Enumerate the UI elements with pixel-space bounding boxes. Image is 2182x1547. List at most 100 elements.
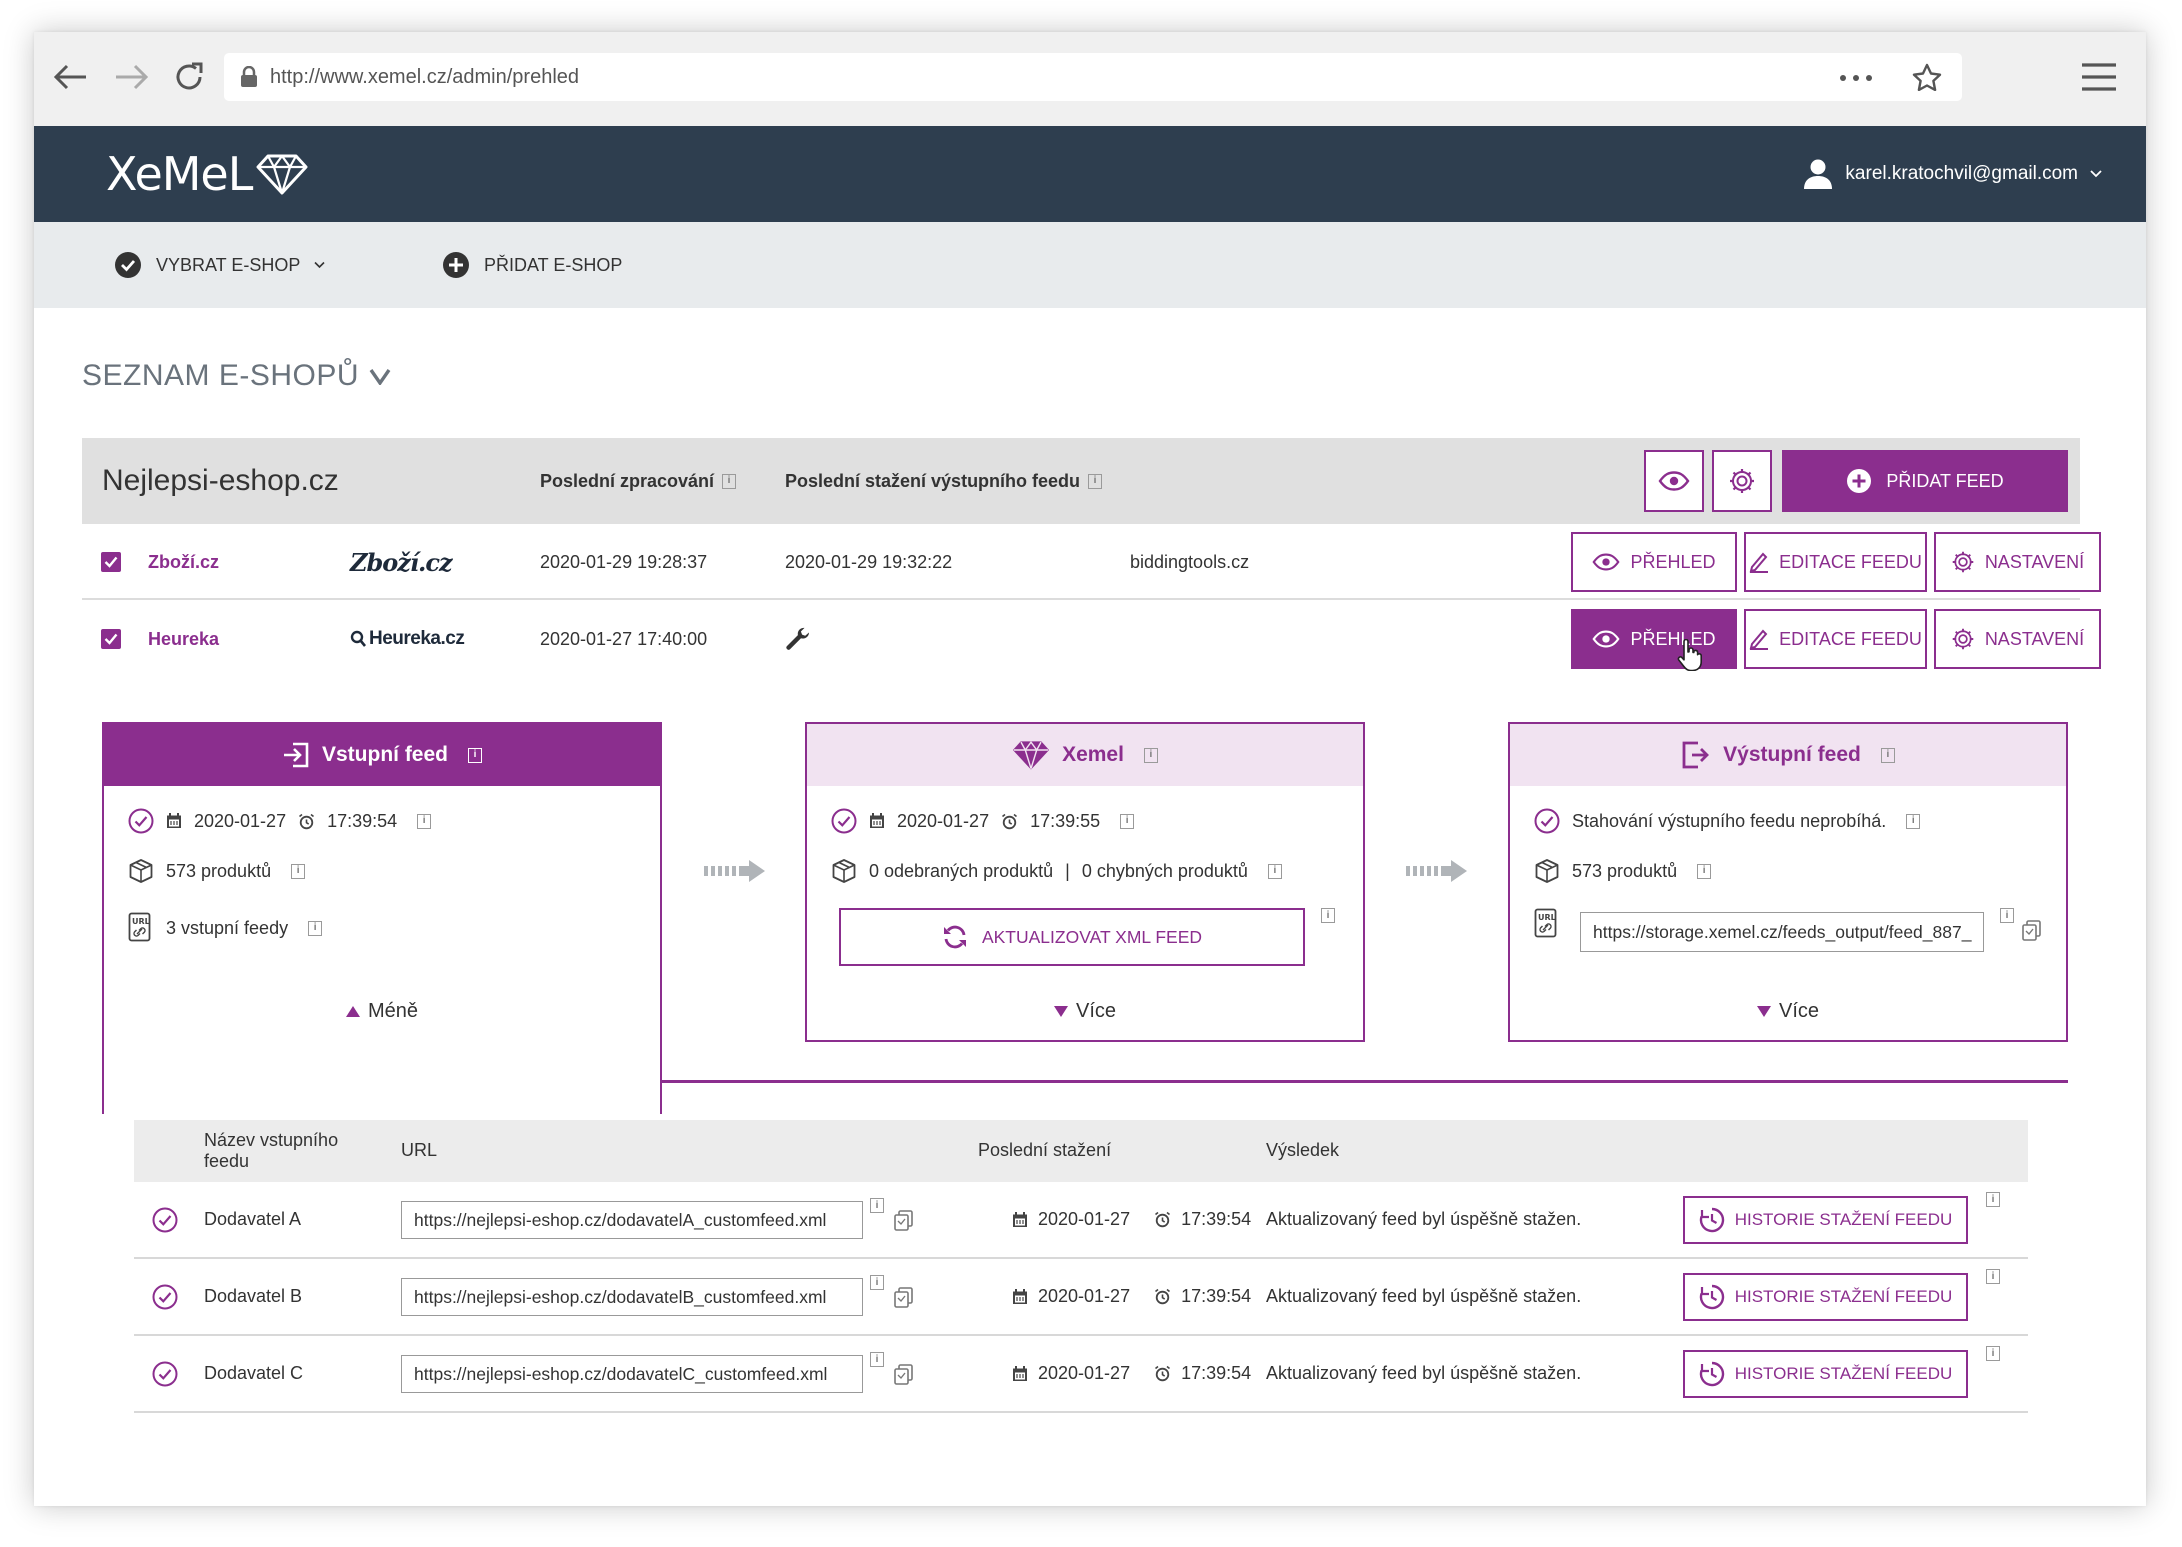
- alarm-clock-icon: [1154, 1365, 1171, 1382]
- download-history-button[interactable]: HISTORIE STAŽENÍ FEEDU: [1683, 1273, 1968, 1321]
- download-result: Aktualizovaný feed byl úspěšně stažen.: [1266, 1209, 1582, 1229]
- copy-icon[interactable]: [894, 1364, 914, 1386]
- box-icon: [1534, 858, 1560, 884]
- app-logo[interactable]: XeMeL: [106, 146, 308, 202]
- info-icon[interactable]: i: [291, 863, 306, 879]
- pencil-icon: [1749, 551, 1769, 573]
- info-icon[interactable]: i: [1143, 747, 1158, 763]
- output-feed-panel: Výstupní feed i Stahování výstupního fee…: [1508, 722, 2068, 1042]
- select-shop-menu[interactable]: VYBRAT E-SHOP: [114, 222, 325, 308]
- column-name-header: Název vstupního feedu: [204, 1130, 339, 1171]
- info-icon[interactable]: i: [870, 1352, 884, 1367]
- info-icon[interactable]: i: [1880, 747, 1895, 763]
- info-icon[interactable]: i: [870, 1198, 884, 1213]
- svg-text:URL: URL: [132, 917, 150, 926]
- copy-icon[interactable]: [894, 1287, 914, 1309]
- history-clock-icon: [1699, 1207, 1725, 1233]
- feed-checkbox[interactable]: [101, 524, 121, 600]
- chevron-down-icon: [2090, 170, 2102, 178]
- download-history-button[interactable]: HISTORIE STAŽENÍ FEEDU: [1683, 1350, 1968, 1398]
- url-text[interactable]: http://www.xemel.cz/admin/prehled: [270, 66, 579, 89]
- info-icon[interactable]: i: [1906, 813, 1921, 829]
- xemel-date: 2020-01-27: [897, 810, 990, 831]
- download-history-button[interactable]: HISTORIE STAŽENÍ FEEDU: [1683, 1196, 1968, 1244]
- column-processed-header: Poslední zpracování i: [540, 438, 737, 524]
- info-icon[interactable]: i: [1321, 908, 1335, 923]
- browser-menu-icon[interactable]: [2082, 62, 2116, 92]
- feed-row-heureka: Heureka Heureka.cz 2020-01-27 17:40:00 P…: [82, 601, 2101, 677]
- address-bar[interactable]: http://www.xemel.cz/admin/prehled: [224, 53, 1962, 101]
- supplier-url-field[interactable]: https://nejlepsi-eshop.cz/dodavatelC_cus…: [401, 1355, 863, 1393]
- feed-settings-button[interactable]: NASTAVENÍ: [1934, 532, 2101, 592]
- check-circle-icon: [114, 251, 142, 279]
- download-date: 2020-01-27: [1038, 1286, 1131, 1306]
- info-icon[interactable]: i: [308, 920, 323, 936]
- info-icon[interactable]: i: [1986, 1192, 2000, 1207]
- supplier-last-download: 2020-01-27 17:39:54: [1012, 1259, 1251, 1334]
- output-feed-url-field[interactable]: https://storage.xemel.cz/feeds_output/fe…: [1580, 912, 1984, 952]
- flow-arrow-icon: [1404, 860, 1468, 882]
- svg-text:URL: URL: [1538, 913, 1556, 922]
- copy-icon[interactable]: [2022, 920, 2042, 942]
- url-doc-icon: URL: [128, 912, 154, 944]
- user-menu[interactable]: karel.kratochvil@gmail.com: [1803, 126, 2102, 222]
- info-icon[interactable]: i: [722, 473, 737, 489]
- back-icon[interactable]: [52, 62, 88, 92]
- more-dots-icon[interactable]: [1840, 75, 1872, 81]
- calendar-icon: [1012, 1365, 1028, 1382]
- flow-arrow-icon: [702, 860, 766, 882]
- input-feed-date: 2020-01-27: [194, 810, 287, 831]
- supplier-url-field[interactable]: https://nejlepsi-eshop.cz/dodavatelA_cus…: [401, 1201, 863, 1239]
- browser-window: http://www.xemel.cz/admin/prehled XeMeL …: [34, 32, 2146, 1506]
- feed-name[interactable]: Zboží.cz: [148, 524, 219, 600]
- overview-button[interactable]: PŘEHLED: [1571, 532, 1737, 592]
- info-icon[interactable]: i: [1120, 813, 1135, 829]
- pencil-icon: [1749, 628, 1769, 650]
- reload-icon[interactable]: [172, 60, 206, 94]
- supplier-url-field[interactable]: https://nejlepsi-eshop.cz/dodavatelB_cus…: [401, 1278, 863, 1316]
- info-icon[interactable]: i: [2000, 908, 2014, 923]
- xemel-more-toggle[interactable]: Více: [807, 1000, 1363, 1023]
- eye-icon: [1592, 553, 1621, 571]
- forward-icon[interactable]: [114, 62, 150, 92]
- output-feed-more-toggle[interactable]: Více: [1510, 1000, 2066, 1023]
- info-icon[interactable]: i: [417, 813, 432, 829]
- shop-overview-button[interactable]: [1644, 450, 1704, 512]
- page-title-text: SEZNAM E-SHOPŮ: [82, 359, 360, 392]
- overview-button-active[interactable]: PŘEHLED: [1571, 609, 1737, 669]
- output-feed-more-label: Více: [1778, 1000, 1820, 1022]
- url-doc-icon: URL: [1534, 908, 1560, 940]
- eye-icon: [1592, 630, 1621, 648]
- output-feed-products: 573 produktů i: [1534, 858, 1712, 884]
- edit-feed-button[interactable]: EDITACE FEEDU: [1744, 532, 1927, 592]
- info-icon[interactable]: i: [1986, 1269, 2000, 1284]
- output-feed-url-row: URL: [1534, 908, 1560, 940]
- column-downloaded-header: Poslední stažení výstupního feedu i: [785, 438, 1103, 524]
- add-shop-button[interactable]: PŘIDAT E-SHOP: [442, 222, 622, 308]
- input-feed-less-toggle[interactable]: Méně: [104, 1000, 660, 1023]
- supplier-last-download: 2020-01-27 17:39:54: [1012, 1336, 1251, 1411]
- copy-icon[interactable]: [894, 1210, 914, 1232]
- feed-source: biddingtools.cz: [1130, 551, 1250, 572]
- shop-settings-button[interactable]: [1712, 450, 1772, 512]
- overview-label: PŘEHLED: [1630, 551, 1716, 572]
- edit-feed-button[interactable]: EDITACE FEEDU: [1744, 609, 1927, 669]
- feed-settings-button[interactable]: NASTAVENÍ: [1934, 609, 2101, 669]
- feed-checkbox[interactable]: [101, 601, 121, 677]
- feed-name[interactable]: Heureka: [148, 601, 219, 677]
- xemel-header: Xemel i: [807, 724, 1363, 786]
- add-feed-button[interactable]: PŘIDAT FEED: [1782, 450, 2068, 512]
- page-title[interactable]: SEZNAM E-SHOPŮ: [82, 359, 391, 393]
- info-icon[interactable]: i: [1986, 1346, 2000, 1361]
- info-icon[interactable]: i: [468, 747, 482, 763]
- info-icon[interactable]: i: [1697, 863, 1712, 879]
- column-processed-label: Poslední zpracování: [540, 470, 715, 491]
- info-icon[interactable]: i: [1088, 473, 1103, 489]
- update-xml-feed-button[interactable]: AKTUALIZOVAT XML FEED: [839, 908, 1305, 966]
- sub-navigation: VYBRAT E-SHOP PŘIDAT E-SHOP: [34, 222, 2146, 308]
- gear-icon: [1728, 467, 1756, 495]
- info-icon[interactable]: i: [870, 1275, 884, 1290]
- output-feed-status: Stahování výstupního feedu neprobíhá. i: [1534, 808, 1921, 834]
- bookmark-star-icon[interactable]: [1912, 63, 1942, 91]
- info-icon[interactable]: i: [1267, 863, 1282, 879]
